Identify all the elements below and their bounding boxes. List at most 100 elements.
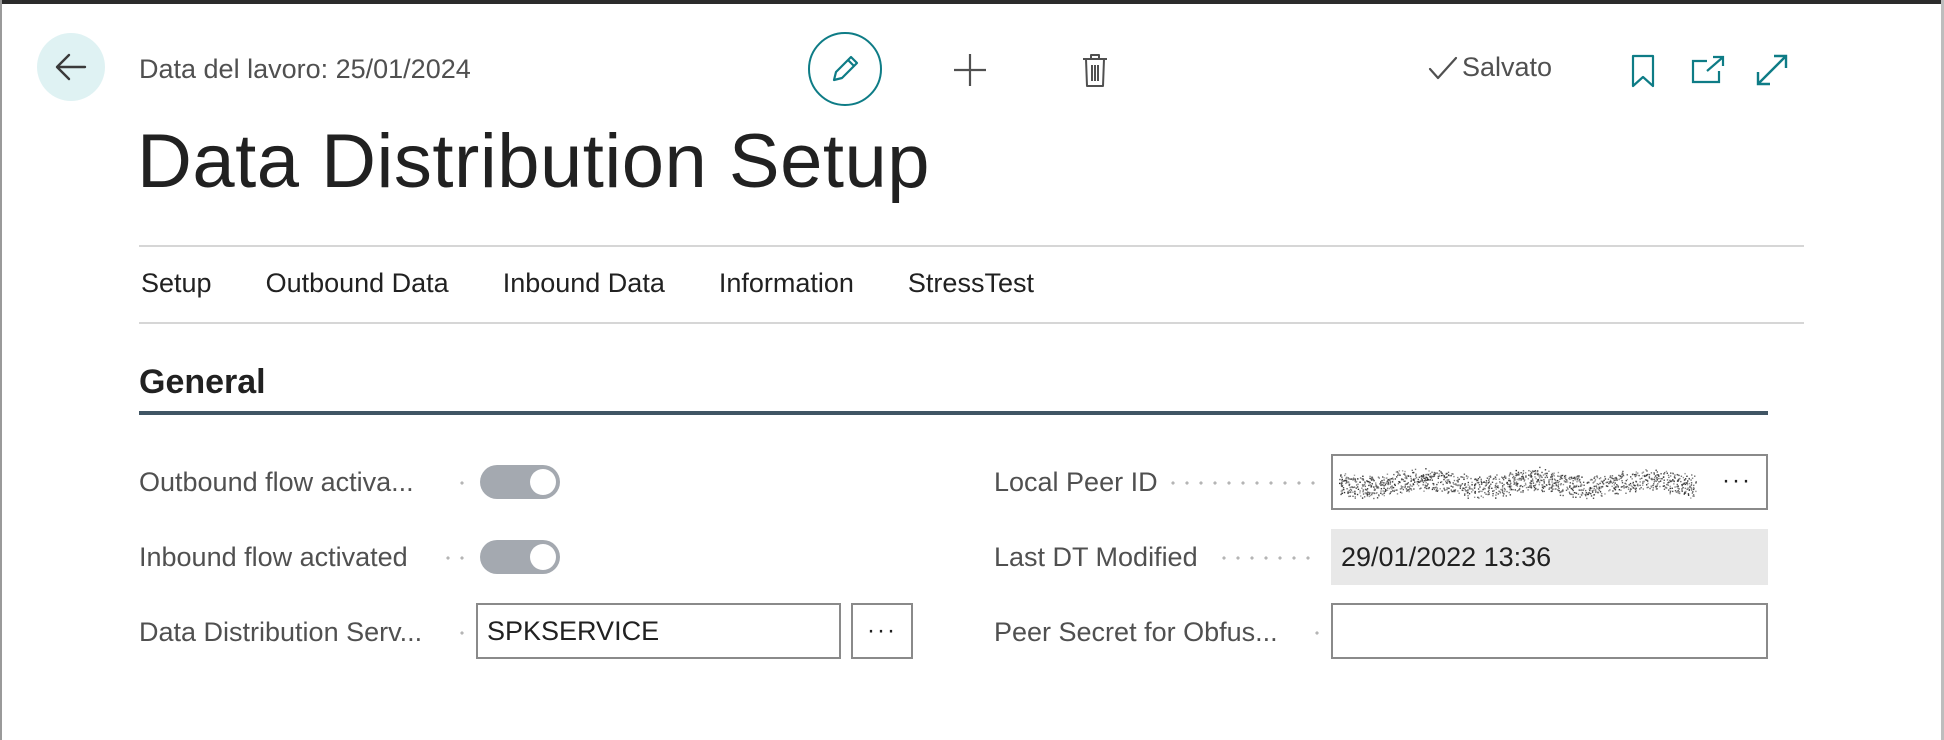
noise-dot	[1402, 473, 1405, 475]
noise-dot	[1341, 489, 1344, 491]
noise-dot	[1684, 472, 1686, 475]
tab-inbound-data[interactable]: Inbound Data	[503, 268, 665, 299]
work-date[interactable]: Data del lavoro: 25/01/2024	[139, 54, 471, 85]
tab-setup[interactable]: Setup	[141, 268, 212, 299]
noise-dot	[1621, 476, 1623, 478]
noise-dot	[1652, 487, 1655, 489]
noise-dot	[1647, 486, 1649, 488]
section-title-general[interactable]: General	[139, 363, 266, 402]
tab-outbound-data[interactable]: Outbound Data	[266, 268, 449, 299]
noise-dot	[1349, 495, 1352, 497]
noise-dot	[1618, 489, 1621, 491]
noise-dot	[1486, 483, 1488, 485]
noise-dot	[1438, 475, 1441, 477]
noise-dot	[1370, 485, 1373, 488]
new-button[interactable]	[950, 50, 990, 90]
delete-button[interactable]	[1077, 50, 1113, 90]
noise-dot	[1527, 478, 1529, 480]
noise-dot	[1663, 488, 1666, 491]
noise-dot	[1359, 477, 1362, 479]
tab-information[interactable]: Information	[719, 268, 854, 299]
noise-dot	[1362, 475, 1364, 477]
noise-dot	[1346, 478, 1348, 480]
noise-dot	[1431, 488, 1434, 491]
last-dt-modified-value: 29/01/2022 13:36	[1331, 529, 1768, 585]
noise-dot	[1398, 470, 1401, 472]
local-peer-id-assist-button[interactable]: ···	[1722, 467, 1752, 495]
noise-dot	[1603, 479, 1605, 482]
expand-button[interactable]	[1752, 50, 1792, 90]
noise-dot	[1555, 484, 1558, 487]
dd-service-input[interactable]: SPKSERVICE	[476, 603, 841, 659]
noise-dot	[1695, 482, 1697, 484]
noise-dot	[1354, 497, 1356, 499]
noise-dot	[1579, 496, 1581, 498]
noise-dot	[1601, 486, 1604, 488]
noise-dot	[1461, 476, 1464, 478]
noise-dot	[1663, 479, 1665, 481]
noise-dot	[1466, 489, 1469, 492]
bookmark-button[interactable]	[1628, 52, 1658, 90]
inbound-flow-toggle[interactable]	[480, 540, 560, 574]
noise-dot	[1500, 488, 1502, 491]
noise-dot	[1499, 481, 1501, 483]
noise-dot	[1510, 485, 1513, 487]
noise-dot	[1471, 488, 1473, 490]
noise-dot	[1655, 486, 1657, 488]
noise-dot	[1391, 477, 1394, 479]
outbound-flow-toggle[interactable]	[480, 465, 560, 499]
noise-dot	[1437, 477, 1440, 479]
noise-dot	[1390, 486, 1392, 488]
noise-dot	[1612, 477, 1614, 480]
noise-dot	[1464, 483, 1466, 485]
dd-service-assist-button[interactable]: ···	[851, 603, 913, 659]
noise-dot	[1366, 495, 1369, 497]
local-peer-id-input[interactable]: ···	[1331, 454, 1768, 510]
noise-dot	[1572, 480, 1574, 482]
noise-dot	[1360, 495, 1362, 497]
noise-dot	[1458, 492, 1460, 494]
noise-dot	[1576, 479, 1578, 481]
noise-dot	[1534, 473, 1536, 475]
tab-stresstest[interactable]: StressTest	[908, 268, 1034, 299]
noise-dot	[1569, 476, 1571, 479]
noise-dot	[1401, 470, 1404, 472]
peer-secret-input[interactable]	[1331, 603, 1768, 659]
noise-dot	[1680, 475, 1683, 477]
noise-dot	[1399, 491, 1402, 493]
noise-dot	[1488, 486, 1490, 488]
noise-dot	[1444, 489, 1446, 491]
noise-dot	[1690, 486, 1692, 489]
noise-dot	[1687, 494, 1690, 496]
noise-dot	[1548, 470, 1550, 472]
noise-dot	[1677, 485, 1679, 487]
noise-dot	[1581, 476, 1583, 478]
noise-dot	[1593, 477, 1595, 479]
edit-button[interactable]	[808, 32, 882, 106]
noise-dot	[1506, 490, 1508, 493]
noise-dot	[1646, 479, 1648, 481]
noise-dot	[1592, 482, 1594, 484]
noise-dot	[1572, 489, 1574, 492]
noise-dot	[1568, 491, 1571, 493]
noise-dot	[1382, 490, 1384, 492]
noise-dot	[1522, 470, 1525, 472]
noise-dot	[1656, 474, 1658, 476]
noise-dot	[1522, 472, 1525, 475]
noise-dot	[1493, 489, 1495, 492]
noise-dot	[1527, 486, 1529, 488]
noise-dot	[1445, 476, 1447, 479]
noise-dot	[1457, 490, 1459, 492]
noise-dot	[1525, 486, 1528, 489]
noise-dot	[1447, 491, 1450, 493]
noise-dot	[1578, 485, 1580, 488]
noise-dot	[1448, 480, 1451, 483]
noise-dot	[1495, 483, 1497, 485]
back-button[interactable]	[37, 33, 105, 101]
noise-dot	[1632, 473, 1634, 475]
noise-dot	[1352, 477, 1355, 479]
noise-dot	[1645, 469, 1647, 471]
noise-dot	[1509, 494, 1512, 496]
open-in-new-window-button[interactable]	[1690, 52, 1726, 88]
noise-dot	[1570, 476, 1573, 478]
